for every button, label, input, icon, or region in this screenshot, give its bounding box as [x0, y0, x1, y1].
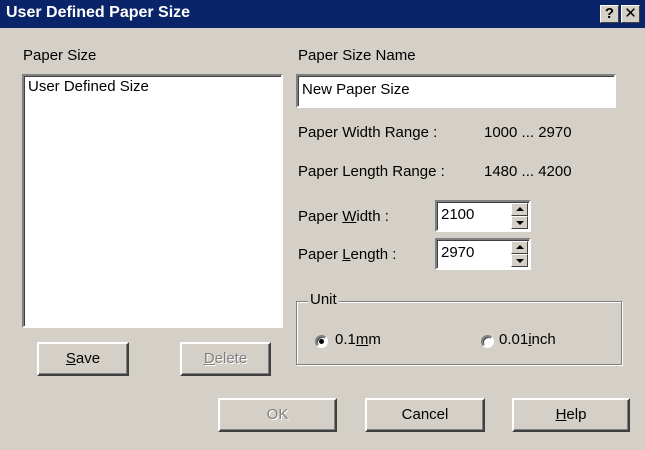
width-mnemonic: W: [342, 208, 357, 225]
length-down-arrow-icon[interactable]: [511, 254, 528, 267]
title-bar[interactable]: User Defined Paper Size ? ✕: [0, 0, 645, 28]
close-icon[interactable]: ✕: [621, 5, 640, 23]
unit-group-label: Unit: [308, 291, 339, 308]
unit-0-1mm-label[interactable]: 0.1mm: [335, 331, 381, 348]
paper-length-stepper[interactable]: [435, 238, 531, 270]
save-label: ave: [75, 350, 101, 367]
length-mnemonic: L: [342, 246, 351, 263]
help-button[interactable]: Help: [512, 398, 630, 432]
help-label: elp: [566, 406, 587, 423]
delete-label: elete: [214, 350, 248, 367]
help-mnemonic: H: [555, 406, 567, 423]
paper-length-label: Paper Length :: [298, 246, 397, 263]
width-up-arrow-icon[interactable]: [511, 203, 528, 216]
paper-size-listbox[interactable]: User Defined Size: [22, 74, 283, 328]
width-down-arrow-icon[interactable]: [511, 216, 528, 229]
paper-length-input[interactable]: [441, 244, 491, 261]
paper-size-name-field[interactable]: [296, 74, 616, 108]
cancel-button[interactable]: Cancel: [365, 398, 485, 432]
unit-0-01inch-radio[interactable]: [481, 335, 494, 348]
paper-size-name-label: Paper Size Name: [298, 47, 416, 64]
radio-selected-dot: [319, 339, 324, 344]
paper-width-label: Paper Width :: [298, 208, 389, 225]
width-range-value: 1000 ... 2970: [484, 124, 572, 141]
paper-size-name-input[interactable]: [302, 81, 592, 98]
delete-mnemonic: D: [203, 350, 215, 367]
help-icon[interactable]: ?: [600, 5, 619, 23]
dialog-window: User Defined Paper Size ? ✕ Paper Size U…: [0, 0, 645, 450]
list-item[interactable]: User Defined Size: [28, 78, 149, 95]
unit-0-01inch-label[interactable]: 0.01inch: [499, 331, 556, 348]
paper-width-stepper[interactable]: [435, 200, 531, 232]
paper-size-label: Paper Size: [23, 47, 97, 64]
save-mnemonic: S: [65, 350, 76, 367]
length-up-arrow-icon[interactable]: [511, 241, 528, 254]
ok-button[interactable]: OK: [218, 398, 337, 432]
unit-0-1mm-radio[interactable]: [315, 335, 328, 348]
length-range-label: Paper Length Range :: [298, 163, 445, 180]
width-range-label: Paper Width Range :: [298, 124, 438, 141]
paper-width-input[interactable]: [441, 206, 491, 223]
delete-button[interactable]: Delete: [180, 342, 271, 376]
window-title: User Defined Paper Size: [6, 4, 191, 21]
save-button[interactable]: Save: [37, 342, 129, 376]
length-range-value: 1480 ... 4200: [484, 163, 572, 180]
